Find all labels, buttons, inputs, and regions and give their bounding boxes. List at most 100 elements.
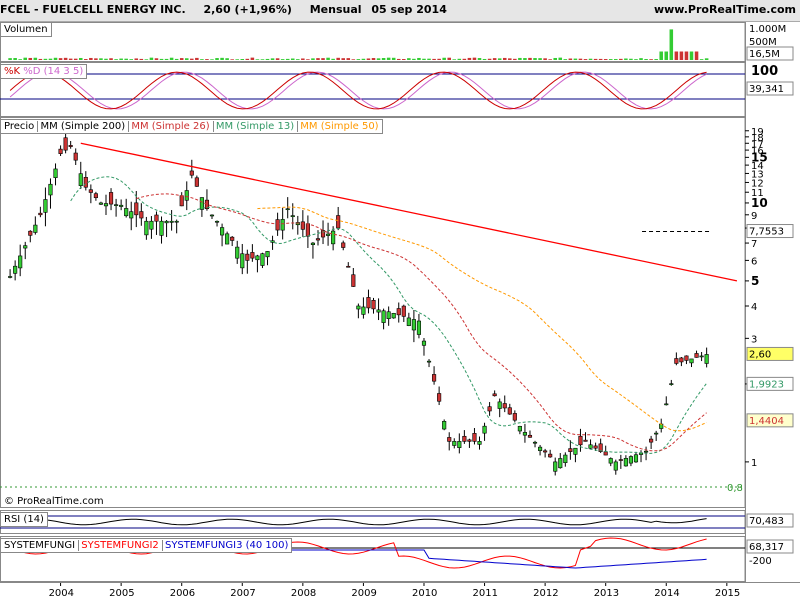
candle-body [527,434,533,438]
volume-bar [235,59,239,60]
x-axis-tick-label: 2008 [291,588,316,599]
volume-bar [8,58,12,60]
volume-bar [149,57,154,60]
volume-bar [629,58,633,60]
volume-bar [316,58,320,60]
x-axis-tick-label: 2009 [351,588,376,599]
candle-body [290,215,295,218]
volume-bar [78,57,83,60]
header-bar: FCEL - FUELCELL ENERGY INC. 2,60 (+1,96%… [0,0,800,22]
volume-bar [699,59,704,60]
volume-bar [144,59,149,60]
price-value: 2,60 [203,3,231,16]
volume-panel-label: Volumen [0,22,52,37]
x-axis-tick-label: 2015 [715,588,740,599]
candle-body [240,253,245,269]
panel-frame-rsi [0,510,746,534]
candle-body [336,215,341,229]
x-axis-tick-label: 2010 [412,588,437,599]
fungi1-label: SYSTEMFUNGI [4,540,76,551]
volume-bar [492,58,497,60]
volume-bar [84,59,88,60]
candle-body [184,190,189,201]
candle-body [174,220,179,223]
volume-bar [200,59,204,60]
fungi-scale-tick: -200 [749,556,772,567]
candle-body [214,220,220,223]
candle-body [260,253,265,266]
candle-body [129,211,134,219]
volume-bar [169,57,174,60]
volume-bar [694,51,699,60]
volume-bar [558,57,563,60]
candle-body [169,220,174,223]
volume-bar [290,58,295,60]
volume-bar [679,51,684,60]
price-panel-label: Precio MM (Simple 200) MM (Simple 26) MM… [0,119,383,134]
candle-body [411,319,416,331]
candle-body [103,203,109,207]
candle-body [58,148,63,154]
candle-body [28,230,33,236]
candle-body [492,393,497,397]
price-change: (+1,96%) [234,3,292,16]
volume-bar [603,59,608,60]
candle-body [33,224,38,233]
volume-bar [13,58,17,60]
candle-body [119,204,124,207]
volume-bar [568,58,573,60]
candle-body [603,451,608,456]
volume-scale-mid: 500M [749,37,777,48]
volume-bar [89,57,93,60]
candle-body [472,433,477,442]
candle-body [543,450,548,453]
x-axis-tick-label: 2014 [654,588,679,599]
candle-body [134,202,139,216]
candle-body [356,305,361,310]
candle-body [447,437,452,442]
candle-body [98,202,104,205]
volume-bar [124,58,128,60]
candle-body [139,211,144,219]
volume-bar [376,58,381,60]
volume-bar [593,58,598,60]
volume-bar [634,59,638,60]
price-y-tick-label: 6 [751,256,757,267]
ma26-label: MM (Simple 26) [128,121,210,132]
candle-body [23,245,28,249]
x-axis-tick-label: 2007 [230,588,255,599]
rsi-panel-label: RSI (14) [0,512,48,527]
volume-bar [402,59,406,60]
candle-body [209,214,215,217]
volume-bar [63,57,68,60]
x-axis-tick-label: 2011 [473,588,498,599]
candle-body [649,438,654,443]
volume-bar [608,59,613,60]
chart-root: 1234567891011121314151617181920042005200… [0,0,800,600]
volume-bar [518,57,522,60]
candle-body [694,353,699,358]
candle-body [452,441,457,446]
candle-body [331,230,336,245]
volume-bar [386,57,391,60]
stoch-scale-top: 100 [751,64,778,79]
volume-bar [220,57,224,60]
candle-body [699,355,704,358]
volume-bar [109,58,113,60]
candle-body [684,355,689,361]
volume-bar [674,51,679,60]
price-y-tick-label: 1 [751,458,757,469]
candle-body [628,456,633,464]
candle-body [497,401,502,409]
volume-bar [260,59,265,60]
volume-bar [467,57,472,60]
volume-bar [442,57,446,60]
candle-body [391,313,396,319]
candle-body [245,253,250,261]
candle-body [371,299,376,310]
candle-body [457,441,462,448]
ma13-value: 1,9923 [749,379,784,390]
candle-body [366,297,371,309]
candle-body [568,448,573,452]
candle-body [13,265,18,274]
